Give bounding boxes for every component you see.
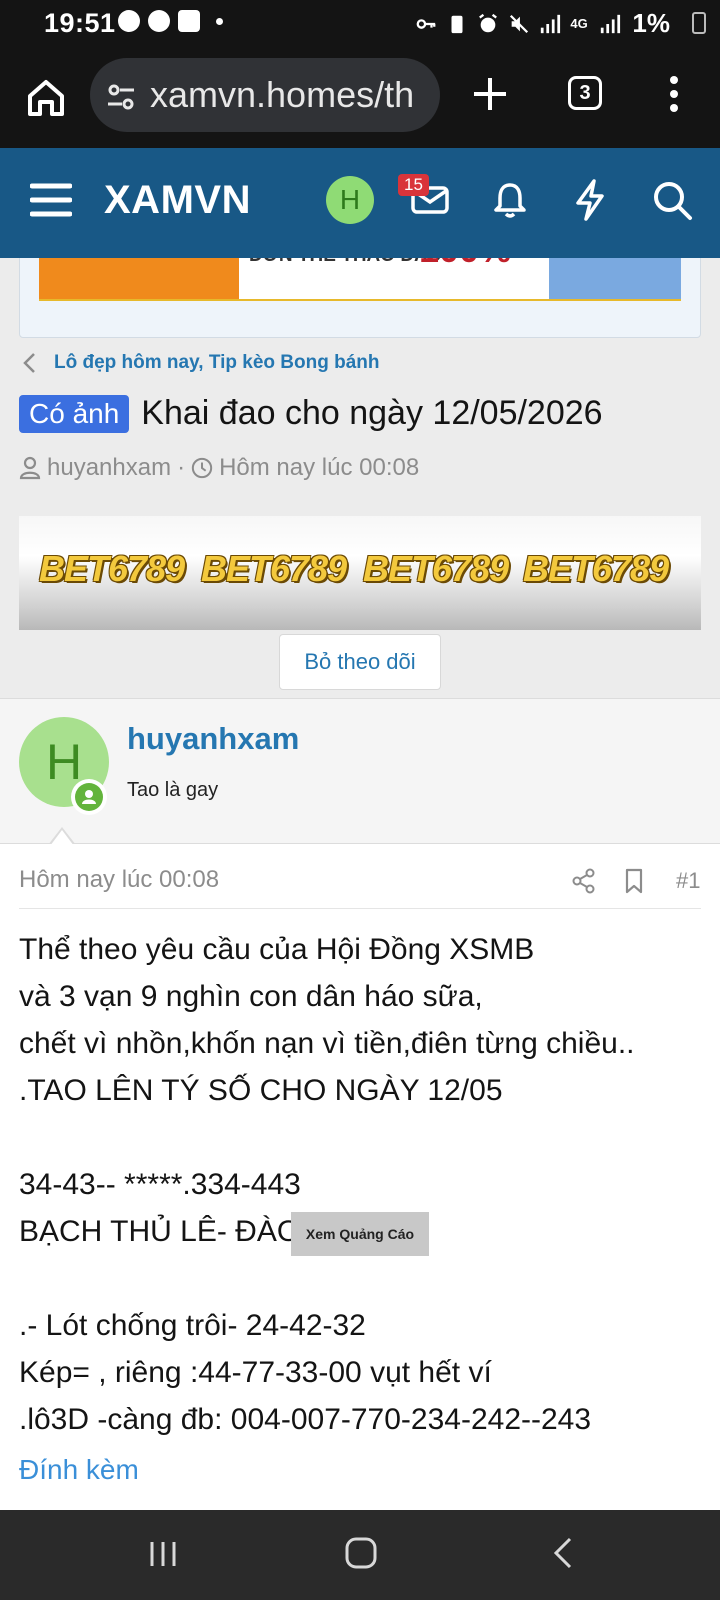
breadcrumb-label[interactable]: Lô đẹp hôm nay, Tip kèo Bong bánh xyxy=(54,352,379,374)
checkbox-icon xyxy=(178,10,200,32)
signal-icon-2 xyxy=(601,14,621,33)
status-time: 19:51 xyxy=(44,8,116,38)
chevron-left-icon xyxy=(23,353,35,373)
site-settings-icon[interactable] xyxy=(106,82,136,112)
unwatch-button[interactable]: Bỏ theo dõi xyxy=(279,634,441,690)
post-line: .TAO LÊN TÝ SỐ CHO NGÀY 12/05 xyxy=(19,1074,503,1107)
hamburger-menu-icon[interactable] xyxy=(30,182,72,218)
post-line: và 3 vạn 9 nghìn con dân háo sữa, xyxy=(19,980,483,1013)
battery-icon xyxy=(692,12,706,34)
battery-saver-icon xyxy=(451,15,463,33)
new-tab-icon[interactable] xyxy=(468,72,512,116)
system-icons: 4G 1% xyxy=(415,8,670,39)
more-menu-icon[interactable] xyxy=(664,74,684,114)
post-line xyxy=(19,1255,709,1302)
bet-logo: BET6789 xyxy=(39,548,185,589)
battery-level: 1% xyxy=(632,8,670,38)
ad-brand-block xyxy=(39,258,239,299)
ad-percent: 100% xyxy=(419,258,511,271)
thread-meta: huyanhxam · Hôm nay lúc 00:08 xyxy=(19,454,419,482)
clock-icon xyxy=(191,457,213,479)
post-line: .lô3D -càng đb: 004-007-770-234-242--243 xyxy=(19,1403,592,1436)
page-title: Khai đao cho ngày 12/05/2026 xyxy=(141,394,603,432)
post-body: Thể theo yêu cầu của Hội Đồng XSMB và 3 … xyxy=(19,926,709,1443)
status-bar: 19:51 4G 1% xyxy=(0,0,720,46)
post-line: chết vì nhồn,khốn nạn vì tiền,điên từng … xyxy=(19,1027,635,1060)
post-message: Hôm nay lúc 00:08 #1 Thể theo yêu cầu củ… xyxy=(0,844,720,1510)
do-not-disturb-icon xyxy=(148,10,170,32)
attachments-heading: Đính kèm xyxy=(19,1454,139,1485)
page-content: ĐƠN THẺ THAO ĐẦU 100% Lô đẹp hôm nay, Ti… xyxy=(0,258,720,1510)
post-line xyxy=(19,1114,709,1161)
ad-player-image xyxy=(549,258,681,299)
inbox-badge: 15 xyxy=(398,174,429,196)
post-number[interactable]: #1 xyxy=(676,868,700,894)
post-line: 34-43-- *****.334-443 xyxy=(19,1168,301,1201)
poster-user-title: Tao là gay xyxy=(127,779,219,801)
back-icon[interactable] xyxy=(552,1536,574,1570)
post-line: Kép= , riêng :44-77-33-00 vụt hết ví xyxy=(19,1356,492,1389)
thread-title-row: Có ảnh Khai đao cho ngày 12/05/2026 xyxy=(19,394,709,433)
notification-icons xyxy=(118,10,223,32)
post-line: .- Lót chống trôi- 24-42-32 xyxy=(19,1309,366,1342)
meta-separator: · xyxy=(177,454,186,481)
online-status-icon xyxy=(71,779,107,815)
recent-apps-icon[interactable] xyxy=(148,1538,178,1570)
site-logo[interactable]: XAMVN xyxy=(104,178,251,223)
bet-logo: BET6789 xyxy=(363,548,509,589)
bet-ad-banner[interactable]: BET6789 BET6789 BET6789 BET6789 xyxy=(19,516,701,630)
address-bar[interactable]: xamvn.homes/th xyxy=(90,58,440,132)
post-date[interactable]: Hôm nay lúc 00:08 xyxy=(19,866,219,894)
poster-username[interactable]: huyanhxam xyxy=(127,721,299,757)
home-icon[interactable] xyxy=(24,76,68,120)
user-avatar[interactable]: H xyxy=(326,176,374,224)
url-text: xamvn.homes/th xyxy=(150,74,415,115)
divider xyxy=(19,908,701,909)
bell-icon[interactable] xyxy=(490,180,530,220)
mute-icon xyxy=(510,14,529,33)
search-icon[interactable] xyxy=(650,178,694,222)
bet-logo: BET6789 xyxy=(201,548,347,589)
bet-logo: BET6789 xyxy=(523,548,669,589)
key-icon xyxy=(417,18,436,29)
top-ad-banner[interactable]: ĐƠN THẺ THAO ĐẦU 100% xyxy=(39,258,681,301)
ad-text: ĐƠN THẺ THAO ĐẦU xyxy=(249,258,441,267)
lightning-icon[interactable] xyxy=(570,178,610,222)
home-nav-icon[interactable] xyxy=(344,1536,378,1570)
prefix-badge[interactable]: Có ảnh xyxy=(19,394,130,433)
system-nav-bar xyxy=(0,1510,720,1600)
top-ad-card: ĐƠN THẺ THAO ĐẦU 100% xyxy=(19,258,701,338)
thread-time[interactable]: Hôm nay lúc 00:08 xyxy=(219,454,419,482)
phone-screen: 19:51 4G 1% xamvn.homes/th 3 XAMVN H 15 … xyxy=(0,0,720,1600)
more-notifications-dot-icon xyxy=(216,17,223,25)
alarm-icon xyxy=(479,13,498,32)
online-user-icon xyxy=(75,783,103,811)
view-ad-button[interactable]: Xem Quảng Cáo xyxy=(291,1212,429,1256)
share-icon[interactable] xyxy=(572,868,596,894)
bookmark-icon[interactable] xyxy=(624,868,644,894)
poster-block: H huyanhxam Tao là gay xyxy=(0,698,720,846)
signal-icon xyxy=(541,14,561,33)
breadcrumb[interactable]: Lô đẹp hôm nay, Tip kèo Bong bánh xyxy=(20,350,379,376)
user-icon xyxy=(19,456,41,480)
account-icon xyxy=(118,10,140,32)
site-header: XAMVN H 15 xyxy=(0,148,720,258)
tab-switcher-button[interactable]: 3 xyxy=(568,76,602,110)
thread-author[interactable]: huyanhxam xyxy=(47,454,171,482)
post-line: Thể theo yêu cầu của Hội Đồng XSMB xyxy=(19,933,535,966)
person-icon xyxy=(82,790,96,804)
browser-toolbar: xamvn.homes/th 3 xyxy=(0,46,720,148)
network-type: 4G xyxy=(570,15,588,31)
